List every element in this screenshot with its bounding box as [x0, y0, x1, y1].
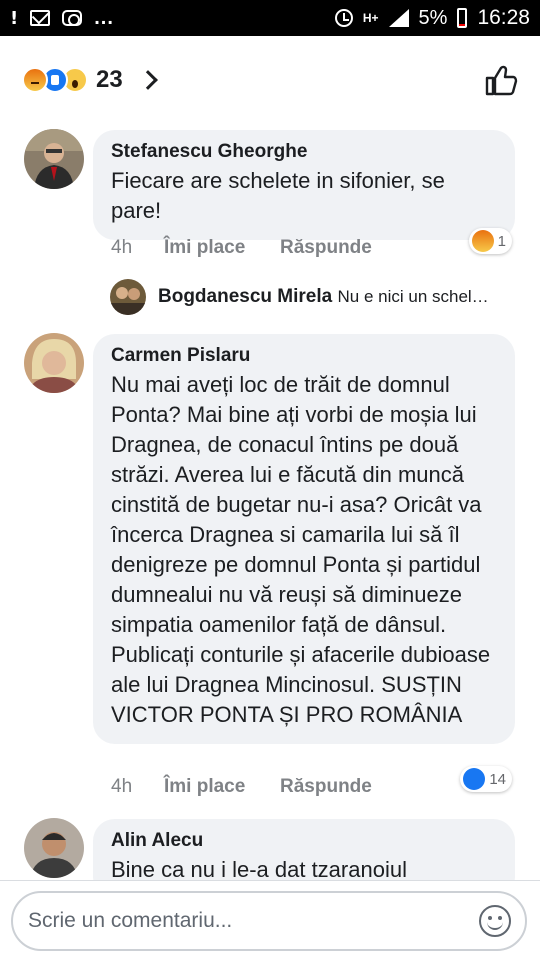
gmail-icon	[30, 10, 51, 26]
comment-time[interactable]: 4h	[111, 776, 164, 798]
comment-actions: 4h Îmi place Răspunde	[111, 237, 372, 259]
reactions-count: 23	[96, 66, 123, 93]
avatar[interactable]	[24, 333, 84, 393]
reactions-header: 23	[0, 36, 540, 124]
comment-composer	[0, 880, 540, 960]
avatar[interactable]	[24, 129, 84, 189]
reply-snippet: Nu e nici un schel…	[337, 287, 489, 306]
comment-reactions-badge[interactable]: 14	[460, 766, 512, 792]
notification-alert-icon: !	[10, 7, 19, 29]
angry-icon	[22, 67, 48, 93]
network-type: H+	[362, 10, 379, 25]
alarm-icon	[334, 9, 353, 27]
signal-icon	[388, 9, 409, 27]
comment-input[interactable]	[28, 909, 479, 933]
battery-icon	[457, 8, 468, 28]
reply-button[interactable]: Răspunde	[280, 237, 372, 259]
clock: 16:28	[477, 6, 530, 29]
more-notifications-indicator: ...	[94, 6, 114, 29]
comment-text: Fiecare are schelete in sifonier, se par…	[111, 168, 445, 223]
comment-author[interactable]: Alin Alecu	[111, 830, 497, 852]
like-post-button[interactable]	[484, 63, 518, 97]
reactions-summary[interactable]: 23	[22, 66, 158, 94]
reaction-count: 14	[489, 770, 506, 788]
thumbs-up-icon	[485, 65, 518, 96]
angry-icon	[471, 230, 494, 252]
comment-author[interactable]: Stefanescu Gheorghe	[111, 141, 497, 163]
comment-time[interactable]: 4h	[111, 237, 164, 259]
like-button[interactable]: Îmi place	[164, 776, 280, 798]
comment-input-container[interactable]	[11, 891, 527, 951]
comment-text: Nu mai aveți loc de trăit de domnul Pont…	[111, 372, 491, 727]
status-bar: ! ... H+ 5% 16:28	[0, 0, 540, 36]
comment-author[interactable]: Carmen Pislaru	[111, 345, 497, 367]
like-icon	[463, 768, 486, 790]
emoji-icon[interactable]	[479, 905, 511, 937]
reaction-count: 1	[497, 232, 506, 250]
like-button[interactable]: Îmi place	[164, 237, 280, 259]
comment-actions: 4h Îmi place Răspunde	[111, 776, 372, 798]
battery-percent: 5%	[418, 6, 448, 29]
chevron-right-icon	[137, 70, 158, 90]
comment-bubble: Stefanescu Gheorghe Fiecare are schelete…	[93, 130, 515, 240]
reply-button[interactable]: Răspunde	[280, 776, 372, 798]
comment-bubble: Carmen Pislaru Nu mai aveți loc de trăit…	[93, 334, 515, 744]
comment-reactions-badge[interactable]: 1	[468, 228, 512, 254]
reply-author: Bogdanescu Mirela	[158, 286, 333, 307]
reply-preview[interactable]: Bogdanescu Mirela Nu e nici un schel…	[110, 278, 530, 316]
avatar[interactable]	[24, 818, 84, 878]
instagram-icon	[62, 10, 83, 26]
